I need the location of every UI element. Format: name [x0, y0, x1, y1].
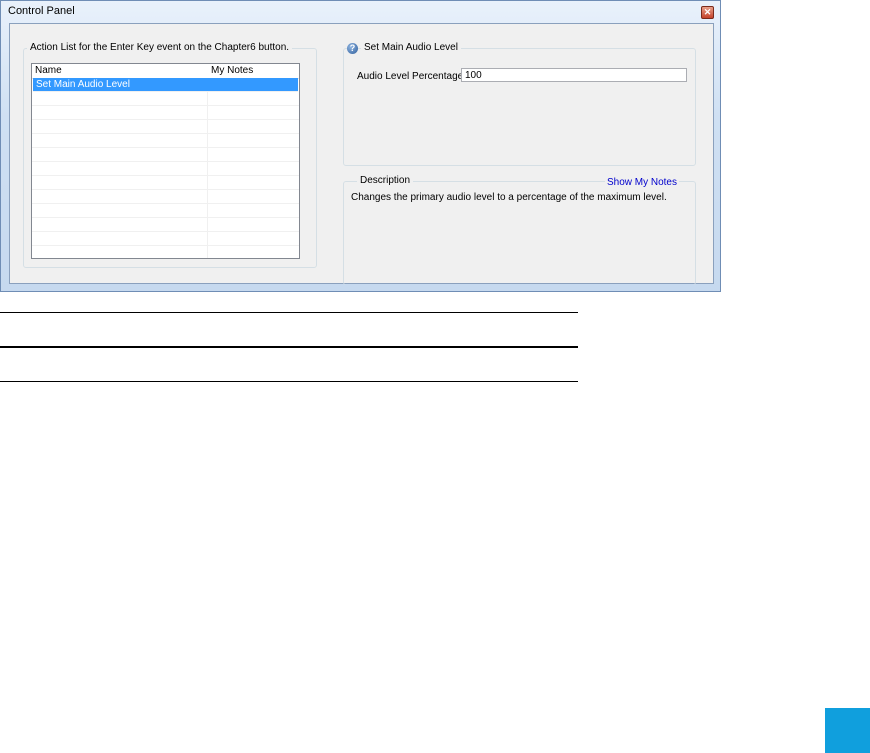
empty-row [32, 120, 299, 134]
action-settings-title: Set Main Audio Level [361, 42, 461, 53]
title-bar[interactable]: Control Panel ✕ [1, 1, 720, 23]
close-button[interactable]: ✕ [701, 6, 714, 19]
list-item-name: Set Main Audio Level [36, 79, 130, 90]
empty-row [32, 176, 299, 190]
empty-row [32, 148, 299, 162]
empty-row [32, 106, 299, 120]
column-header-name[interactable]: Name [35, 65, 62, 76]
audio-level-label: Audio Level Percentage [357, 71, 464, 82]
column-header-my-notes[interactable]: My Notes [211, 65, 253, 76]
empty-row [32, 134, 299, 148]
control-panel-window: Control Panel ✕ Action List for the Ente… [0, 0, 721, 292]
empty-row [32, 190, 299, 204]
empty-row [32, 218, 299, 232]
empty-row [32, 232, 299, 246]
audio-level-input[interactable]: 100 [461, 68, 687, 82]
description-text: Changes the primary audio level to a per… [351, 192, 667, 203]
empty-row [32, 162, 299, 176]
divider-line [0, 381, 578, 382]
window-client-area: Action List for the Enter Key event on t… [9, 23, 714, 285]
divider-line [0, 312, 578, 313]
help-icon[interactable]: ? [347, 43, 358, 54]
window-title: Control Panel [8, 5, 75, 17]
empty-row [32, 92, 299, 106]
action-list-group-title: Action List for the Enter Key event on t… [27, 42, 293, 53]
action-settings-group: ? Set Main Audio Level Audio Level Perce… [343, 42, 696, 166]
empty-row [32, 204, 299, 218]
description-group: Description Show My Notes Changes the pr… [343, 175, 696, 285]
divider-line [0, 346, 578, 348]
list-header: Name My Notes [32, 64, 299, 79]
show-my-notes-link[interactable]: Show My Notes [604, 177, 679, 188]
action-list-group: Action List for the Enter Key event on t… [23, 42, 317, 268]
close-icon: ✕ [703, 7, 712, 17]
action-list-view[interactable]: Name My Notes Set Main Audio Level [31, 63, 300, 259]
description-title: Description [357, 175, 414, 186]
list-item[interactable]: Set Main Audio Level [33, 78, 298, 92]
corner-accent-block [825, 708, 870, 753]
